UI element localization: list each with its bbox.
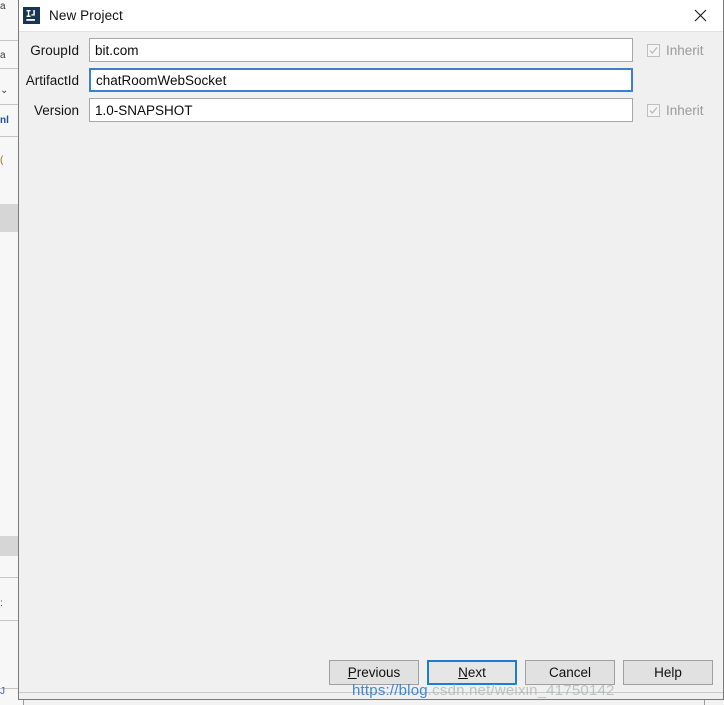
groupid-inherit-label: Inherit [666,42,704,58]
checkmark-icon[interactable] [647,43,660,57]
close-icon[interactable] [677,0,723,31]
groupid-label: GroupId [30,42,79,58]
dialog-button-row: Previous Next Cancel Help [329,660,713,685]
groupid-inherit-checkbox[interactable]: Inherit [633,43,723,58]
dialog-titlebar: New Project [19,0,723,32]
cancel-button[interactable]: Cancel [525,660,615,685]
artifactid-input[interactable] [89,68,633,92]
checkmark-icon[interactable] [647,103,660,117]
groupid-input[interactable] [89,38,633,62]
previous-button-mnemonic: P [347,665,357,680]
form-row-artifactid: ArtifactId Inherit [19,68,723,92]
next-button-mnemonic: N [458,665,468,680]
previous-button-label: revious [356,665,401,680]
artifactid-label: ArtifactId [25,72,79,88]
dialog-footer: Previous Next Cancel Help [19,651,723,699]
footer-divider [19,692,723,693]
form-row-version: Version Inherit [19,98,723,122]
help-button-label: Help [654,665,682,680]
form-row-groupid: GroupId Inherit [19,38,723,62]
project-coordinates-form: GroupId Inherit ArtifactId Inherit V [19,32,723,128]
help-button[interactable]: Help [623,660,713,685]
version-inherit-label: Inherit [666,102,704,118]
version-label: Version [33,102,79,118]
version-inherit-checkbox[interactable]: Inherit [633,103,723,118]
new-project-dialog: New Project GroupId Inherit Artifact [18,0,724,700]
dialog-title: New Project [49,8,123,23]
version-input[interactable] [89,98,633,122]
previous-button[interactable]: Previous [329,660,419,685]
next-button-label: ext [467,665,486,680]
cancel-button-label: Cancel [548,665,592,680]
intellij-idea-icon [23,7,40,24]
next-button[interactable]: Next [427,660,517,685]
